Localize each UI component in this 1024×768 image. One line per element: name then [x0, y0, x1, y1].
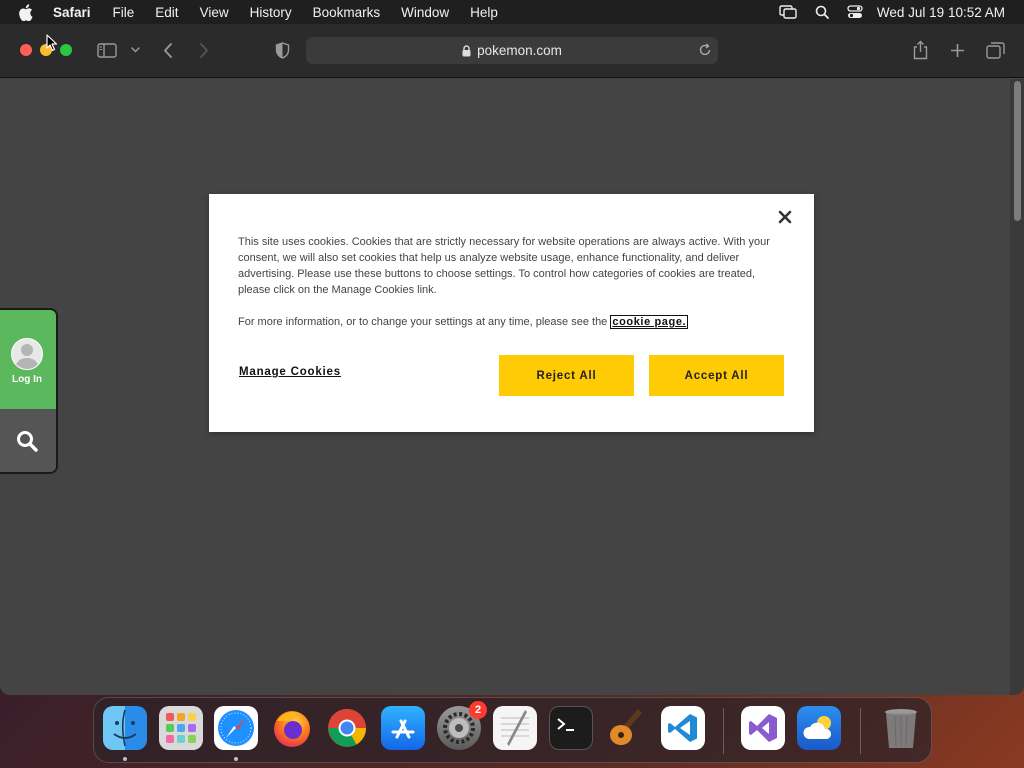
close-window-button[interactable] [20, 44, 32, 56]
menu-view[interactable]: View [200, 5, 229, 20]
chevron-down-icon[interactable] [131, 47, 140, 53]
cookie-consent-dialog: This site uses cookies. Cookies that are… [209, 194, 814, 432]
new-tab-plus-icon[interactable] [950, 43, 965, 58]
menu-help[interactable]: Help [470, 5, 498, 20]
cookie-page-link[interactable]: cookie page. [610, 315, 689, 329]
menu-edit[interactable]: Edit [155, 5, 178, 20]
menu-bar: Safari File Edit View History Bookmarks … [0, 0, 1024, 24]
manage-cookies-link[interactable]: Manage Cookies [239, 366, 341, 378]
mouse-cursor-icon [46, 34, 58, 57]
scrollbar-thumb[interactable] [1014, 81, 1021, 221]
garageband-icon[interactable] [605, 706, 649, 750]
dock-separator [860, 708, 861, 754]
dock: 2 [93, 697, 932, 763]
safari-window: pokemon.com Log In This site uses cookie… [0, 24, 1024, 695]
finder-running-dot [123, 757, 127, 761]
safari-icon[interactable] [214, 706, 258, 750]
trash-icon[interactable] [879, 706, 923, 750]
close-icon[interactable] [778, 210, 794, 226]
vscode-icon[interactable] [661, 706, 705, 750]
login-button[interactable]: Log In [0, 310, 56, 409]
user-avatar-icon [11, 338, 43, 370]
settings-notification-badge: 2 [469, 701, 487, 719]
privacy-shield-icon[interactable] [275, 42, 290, 59]
lock-icon [462, 44, 471, 57]
cookie-more-info: For more information, or to change your … [238, 314, 786, 330]
zoom-window-button[interactable] [60, 44, 72, 56]
page-scrollbar[interactable] [1010, 79, 1024, 695]
textedit-icon[interactable] [493, 706, 537, 750]
firefox-icon[interactable] [270, 706, 314, 750]
site-search-button[interactable] [0, 409, 56, 472]
screen-mirroring-icon[interactable] [779, 5, 797, 19]
address-bar[interactable]: pokemon.com [306, 37, 718, 64]
menu-window[interactable]: Window [401, 5, 449, 20]
apple-menu-icon[interactable] [18, 3, 36, 21]
reload-icon[interactable] [698, 43, 712, 57]
chrome-icon[interactable] [325, 706, 369, 750]
browser-toolbar: pokemon.com [0, 24, 1024, 78]
menu-file[interactable]: File [113, 5, 135, 20]
visual-studio-icon[interactable] [741, 706, 785, 750]
tab-overview-icon[interactable] [986, 42, 1005, 59]
menu-bar-clock[interactable]: Wed Jul 19 10:52 AM [877, 5, 1005, 20]
spotlight-search-icon[interactable] [815, 5, 829, 19]
back-button[interactable] [163, 43, 173, 58]
search-icon [17, 430, 38, 452]
weather-icon[interactable] [797, 706, 841, 750]
menu-history[interactable]: History [250, 5, 292, 20]
forward-button[interactable] [199, 43, 209, 58]
cookie-description: This site uses cookies. Cookies that are… [238, 236, 770, 296]
menu-bookmarks[interactable]: Bookmarks [313, 5, 381, 20]
dock-separator [723, 708, 724, 754]
launchpad-icon[interactable] [159, 706, 203, 750]
app-store-icon[interactable] [381, 706, 425, 750]
terminal-icon[interactable] [549, 706, 593, 750]
control-center-icon[interactable] [847, 5, 863, 19]
menu-app-name[interactable]: Safari [53, 5, 91, 20]
accept-all-button[interactable]: Accept All [649, 355, 784, 396]
url-text: pokemon.com [477, 43, 562, 58]
more-info-text: For more information, or to change your … [238, 316, 611, 328]
safari-running-dot [234, 757, 238, 761]
share-icon[interactable] [912, 40, 929, 60]
login-label: Log In [12, 374, 42, 385]
side-widget: Log In [0, 308, 58, 474]
sidebar-toggle-icon[interactable] [97, 43, 117, 58]
web-page-content: Log In This site uses cookies. Cookies t… [0, 79, 1010, 695]
reject-all-button[interactable]: Reject All [499, 355, 634, 396]
finder-icon[interactable] [103, 706, 147, 750]
